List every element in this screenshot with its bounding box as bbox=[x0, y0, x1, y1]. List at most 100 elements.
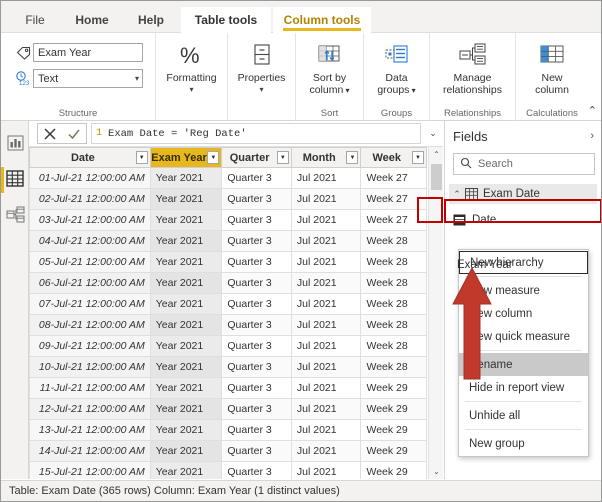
table-row[interactable]: 12-Jul-21 12:00:00 AM Year 2021 Quarter 3J… bbox=[29, 398, 427, 420]
cell-month[interactable]: Jul 2021 bbox=[290, 356, 362, 378]
cell-week[interactable]: Week 29 bbox=[360, 377, 427, 399]
field-item-exam-year[interactable]: Exam Year bbox=[457, 255, 601, 275]
cell-month[interactable]: Jul 2021 bbox=[290, 335, 362, 357]
cell-quarter[interactable]: Quarter 3 bbox=[221, 314, 292, 336]
cell-week[interactable]: Week 28 bbox=[360, 272, 427, 294]
column-filter-button[interactable]: ▼ bbox=[276, 151, 289, 164]
sidebar-item-data-view[interactable] bbox=[1, 163, 29, 197]
cell-month[interactable]: Jul 2021 bbox=[290, 167, 362, 189]
cell-date[interactable]: 15-Jul-21 12:00:00 AM bbox=[29, 461, 151, 479]
column-header-quarter[interactable]: Quarter ▼ bbox=[221, 147, 292, 168]
cell-month[interactable]: Jul 2021 bbox=[290, 293, 362, 315]
cell-date[interactable]: 14-Jul-21 12:00:00 AM bbox=[29, 440, 151, 462]
formula-accept-button[interactable] bbox=[62, 124, 86, 143]
cell-exam-year[interactable]: Year 2021 bbox=[149, 293, 223, 315]
cell-exam-year[interactable]: Year 2021 bbox=[149, 272, 223, 294]
cell-quarter[interactable]: Quarter 3 bbox=[221, 272, 292, 294]
cell-week[interactable]: Week 28 bbox=[360, 356, 427, 378]
cell-week[interactable]: Week 28 bbox=[360, 314, 427, 336]
cell-exam-year[interactable]: Year 2021 bbox=[149, 314, 223, 336]
cell-quarter[interactable]: Quarter 3 bbox=[221, 209, 292, 231]
cell-date[interactable]: 02-Jul-21 12:00:00 AM bbox=[29, 188, 151, 210]
column-header-exam-year[interactable]: Exam Year ▼ bbox=[149, 147, 223, 168]
cell-quarter[interactable]: Quarter 3 bbox=[221, 356, 292, 378]
table-row[interactable]: 10-Jul-21 12:00:00 AM Year 2021 Quarter 3J… bbox=[29, 356, 427, 378]
cell-exam-year[interactable]: Year 2021 bbox=[149, 461, 223, 479]
cell-quarter[interactable]: Quarter 3 bbox=[221, 335, 292, 357]
cell-quarter[interactable]: Quarter 3 bbox=[221, 398, 292, 420]
column-filter-button[interactable]: ▼ bbox=[346, 151, 359, 164]
cell-month[interactable]: Jul 2021 bbox=[290, 209, 362, 231]
data-type-select[interactable]: Text ▾ bbox=[33, 69, 143, 88]
cell-month[interactable]: Jul 2021 bbox=[290, 251, 362, 273]
cell-date[interactable]: 07-Jul-21 12:00:00 AM bbox=[29, 293, 151, 315]
menu-item-new-group[interactable]: New group bbox=[459, 432, 588, 455]
search-input[interactable]: Search bbox=[453, 153, 595, 175]
column-header-date[interactable]: Date ▼ bbox=[29, 147, 151, 168]
field-item-date[interactable]: Date bbox=[453, 210, 599, 230]
column-name-input[interactable]: Exam Year bbox=[33, 43, 143, 62]
fields-table-exam-date[interactable]: ⌃ Exam Date bbox=[449, 184, 597, 204]
cell-exam-year[interactable]: Year 2021 bbox=[149, 209, 223, 231]
cell-quarter[interactable]: Quarter 3 bbox=[221, 377, 292, 399]
cell-quarter[interactable]: Quarter 3 bbox=[221, 293, 292, 315]
cell-quarter[interactable]: Quarter 3 bbox=[221, 419, 292, 441]
cell-exam-year[interactable]: Year 2021 bbox=[149, 440, 223, 462]
column-header-week[interactable]: Week ▼ bbox=[360, 147, 427, 168]
cell-week[interactable]: Week 28 bbox=[360, 293, 427, 315]
cell-exam-year[interactable]: Year 2021 bbox=[149, 398, 223, 420]
cell-month[interactable]: Jul 2021 bbox=[290, 461, 362, 479]
table-row[interactable]: 14-Jul-21 12:00:00 AM Year 2021 Quarter 3J… bbox=[29, 440, 427, 462]
cell-month[interactable]: Jul 2021 bbox=[290, 188, 362, 210]
cell-week[interactable]: Week 27 bbox=[360, 167, 427, 189]
formula-cancel-button[interactable] bbox=[38, 124, 62, 143]
cell-week[interactable]: Week 28 bbox=[360, 335, 427, 357]
cell-date[interactable]: 03-Jul-21 12:00:00 AM bbox=[29, 209, 151, 231]
formatting-button[interactable]: % Formatting ▾ bbox=[156, 39, 227, 94]
sidebar-item-report-view[interactable] bbox=[1, 127, 29, 161]
table-row[interactable]: 15-Jul-21 12:00:00 AM Year 2021 Quarter 3J… bbox=[29, 461, 427, 479]
collapse-pane-icon[interactable]: › bbox=[590, 130, 594, 142]
tab-help[interactable]: Help bbox=[127, 7, 175, 33]
scrollbar-thumb[interactable] bbox=[431, 164, 442, 190]
cell-month[interactable]: Jul 2021 bbox=[290, 272, 362, 294]
cell-exam-year[interactable]: Year 2021 bbox=[149, 167, 223, 189]
cell-exam-year[interactable]: Year 2021 bbox=[149, 419, 223, 441]
cell-date[interactable]: 01-Jul-21 12:00:00 AM bbox=[29, 167, 151, 189]
table-row[interactable]: 06-Jul-21 12:00:00 AM Year 2021 Quarter 3J… bbox=[29, 272, 427, 294]
table-row[interactable]: 01-Jul-21 12:00:00 AM Year 2021 Quarter 3J… bbox=[29, 167, 427, 189]
cell-week[interactable]: Week 29 bbox=[360, 419, 427, 441]
cell-week[interactable]: Week 29 bbox=[360, 440, 427, 462]
cell-month[interactable]: Jul 2021 bbox=[290, 398, 362, 420]
tab-column-tools[interactable]: Column tools bbox=[273, 7, 371, 33]
cell-exam-year[interactable]: Year 2021 bbox=[149, 251, 223, 273]
cell-date[interactable]: 13-Jul-21 12:00:00 AM bbox=[29, 419, 151, 441]
cell-date[interactable]: 10-Jul-21 12:00:00 AM bbox=[29, 356, 151, 378]
cell-week[interactable]: Week 29 bbox=[360, 398, 427, 420]
table-row[interactable]: 04-Jul-21 12:00:00 AM Year 2021 Quarter 3J… bbox=[29, 230, 427, 252]
cell-exam-year[interactable]: Year 2021 bbox=[149, 188, 223, 210]
table-row[interactable]: 13-Jul-21 12:00:00 AM Year 2021 Quarter 3J… bbox=[29, 419, 427, 441]
cell-quarter[interactable]: Quarter 3 bbox=[221, 167, 292, 189]
chevron-down-icon[interactable]: ▾ bbox=[189, 85, 193, 94]
table-row[interactable]: 02-Jul-21 12:00:00 AM Year 2021 Quarter 3J… bbox=[29, 188, 427, 210]
cell-quarter[interactable]: Quarter 3 bbox=[221, 188, 292, 210]
cell-exam-year[interactable]: Year 2021 bbox=[149, 356, 223, 378]
column-filter-button[interactable]: ▼ bbox=[207, 151, 220, 164]
cell-week[interactable]: Week 28 bbox=[360, 251, 427, 273]
chevron-down-icon[interactable]: ▾ bbox=[259, 85, 263, 94]
cell-quarter[interactable]: Quarter 3 bbox=[221, 461, 292, 479]
table-row[interactable]: 09-Jul-21 12:00:00 AM Year 2021 Quarter 3J… bbox=[29, 335, 427, 357]
cell-month[interactable]: Jul 2021 bbox=[290, 440, 362, 462]
column-filter-button[interactable]: ▼ bbox=[135, 151, 148, 164]
data-groups-button[interactable]: Data groups ▾ bbox=[364, 39, 429, 96]
cell-date[interactable]: 06-Jul-21 12:00:00 AM bbox=[29, 272, 151, 294]
cell-date[interactable]: 12-Jul-21 12:00:00 AM bbox=[29, 398, 151, 420]
manage-relationships-button[interactable]: Manage relationships bbox=[430, 39, 515, 96]
table-row[interactable]: 08-Jul-21 12:00:00 AM Year 2021 Quarter 3J… bbox=[29, 314, 427, 336]
tab-table-tools[interactable]: Table tools bbox=[181, 7, 271, 33]
cell-week[interactable]: Week 29 bbox=[360, 461, 427, 479]
column-header-month[interactable]: Month ▼ bbox=[290, 147, 362, 168]
cell-quarter[interactable]: Quarter 3 bbox=[221, 440, 292, 462]
cell-quarter[interactable]: Quarter 3 bbox=[221, 230, 292, 252]
